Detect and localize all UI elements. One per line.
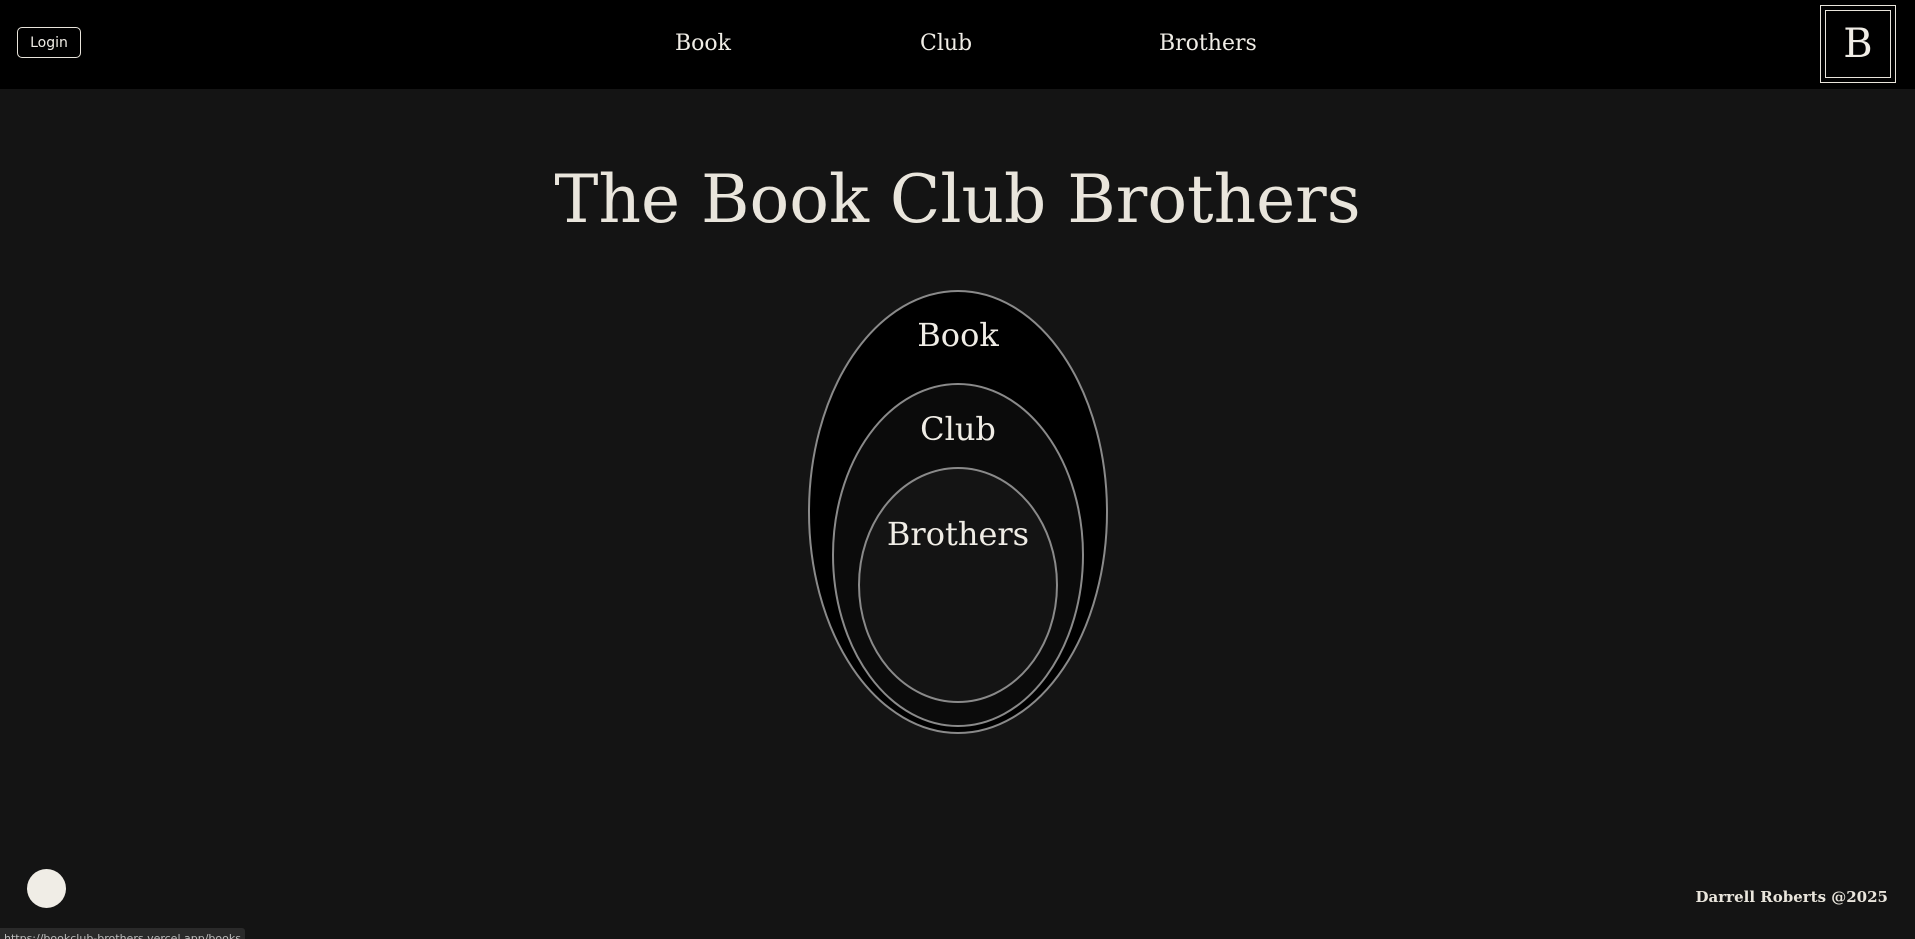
ring-label-club: Club: [920, 410, 996, 448]
footer-credit: Darrell Roberts @2025: [1695, 888, 1888, 906]
ring-label-brothers: Brothers: [886, 515, 1030, 553]
ring-label-book: Book: [917, 316, 999, 354]
status-bar-url: https://bookclub-brothers.vercel.app/boo…: [0, 928, 245, 939]
chat-widget-button[interactable]: [27, 869, 66, 908]
ring-brothers-link[interactable]: [859, 468, 1057, 702]
